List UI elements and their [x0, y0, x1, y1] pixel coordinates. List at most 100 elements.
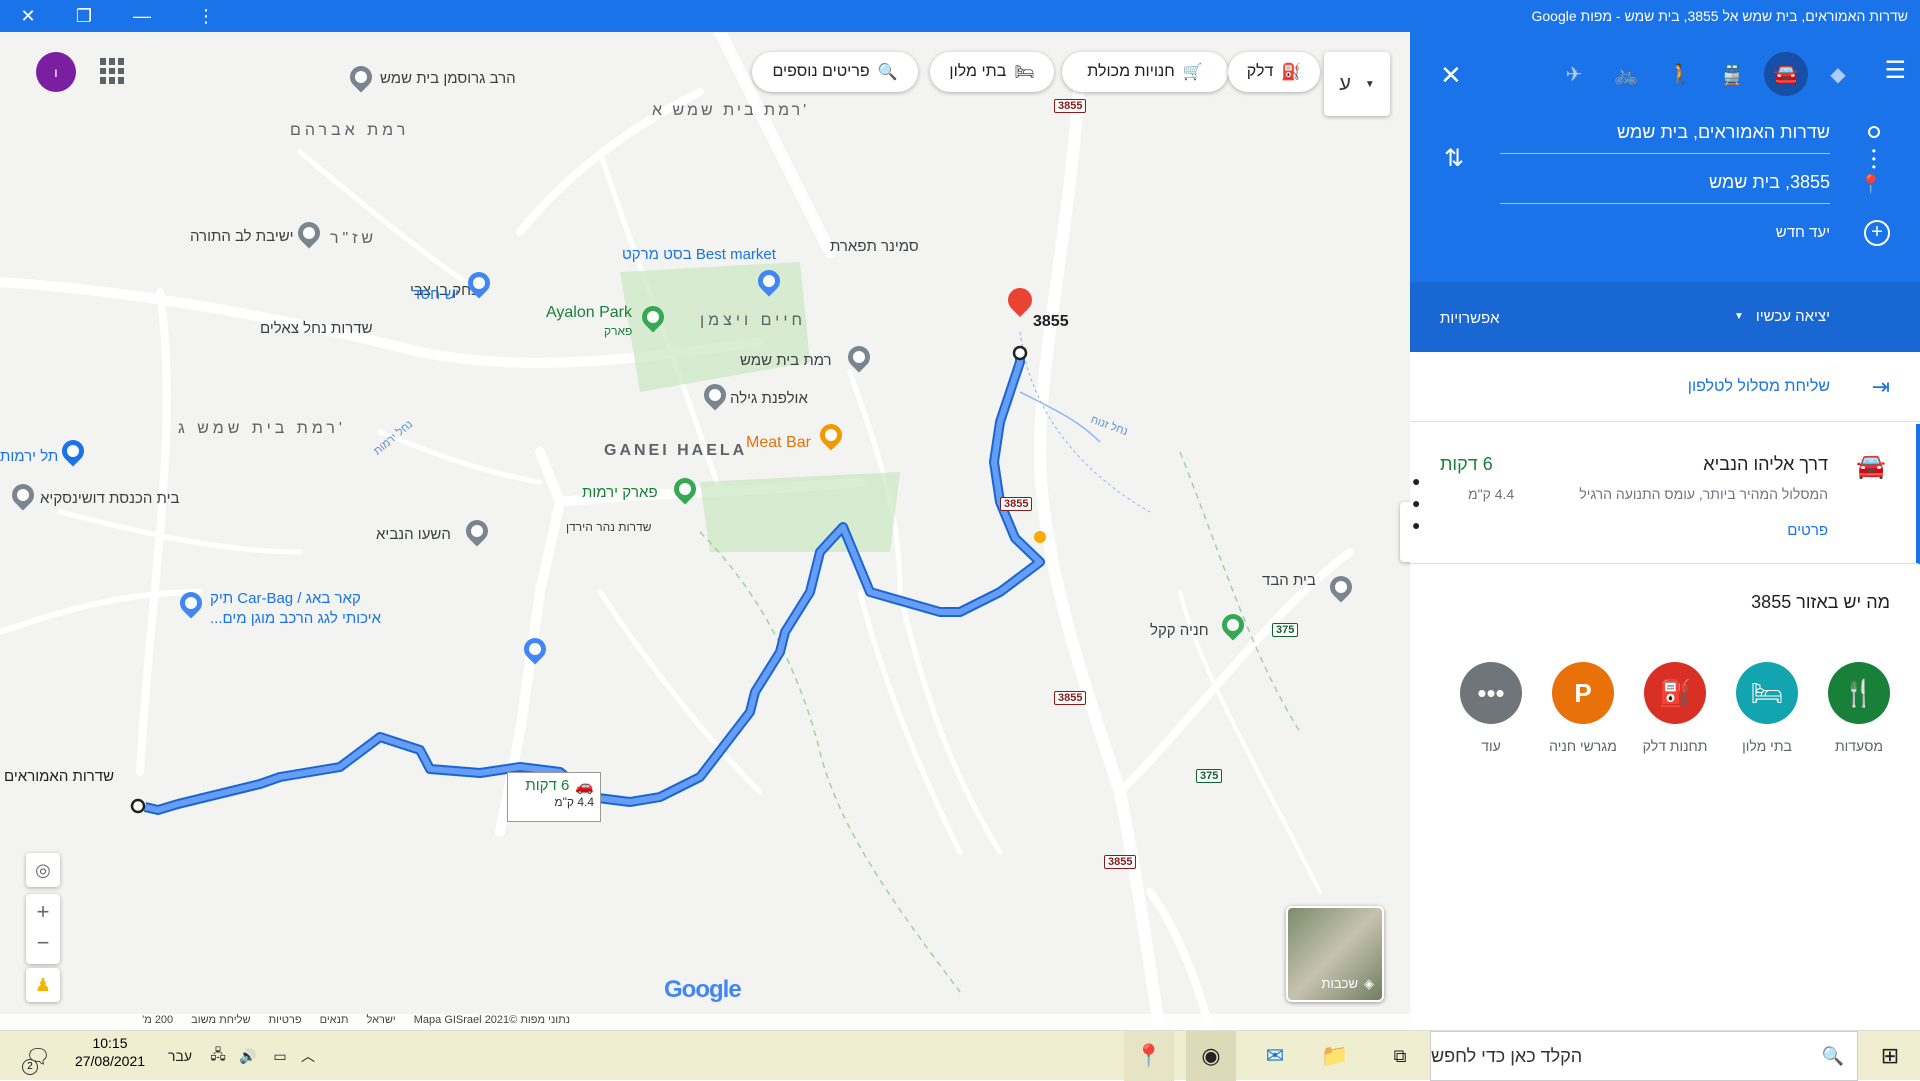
- directions-header: ☰ ◆ 🚘 🚆 🚶 🚲 ✈ ✕ • • • 📍 שדרות האמוראים, בי…: [1410, 32, 1920, 282]
- privacy-link[interactable]: פרטיות: [268, 1014, 301, 1030]
- street-view-pegman-icon[interactable]: ♟: [26, 968, 60, 1002]
- chip-more-places[interactable]: 🔍 פריטים נוספים: [752, 52, 918, 92]
- place-label[interactable]: אולפנת גילה: [730, 390, 808, 407]
- place-label[interactable]: Best market בסט מרקט: [622, 246, 776, 263]
- origin-marker: [130, 798, 146, 814]
- zoom-in-button[interactable]: +: [37, 895, 50, 929]
- my-location-button[interactable]: ◎: [26, 853, 60, 887]
- restore-window-button[interactable]: ❐: [64, 0, 104, 32]
- terms-link[interactable]: תנאים: [320, 1014, 349, 1030]
- transit-mode-icon[interactable]: 🚆: [1710, 52, 1754, 96]
- chrome-icon[interactable]: ◉: [1186, 1031, 1236, 1081]
- send-to-phone-icon: ⇥: [1871, 374, 1890, 399]
- chip-gas[interactable]: ⛽ דלק: [1228, 52, 1320, 92]
- network-icon[interactable]: 🖧: [206, 1031, 230, 1081]
- origin-input[interactable]: שדרות האמוראים, בית שמש: [1500, 122, 1830, 154]
- clock[interactable]: 10:15 27/08/2021: [70, 1035, 150, 1069]
- nearby-more[interactable]: ••• עוד: [1446, 662, 1536, 754]
- depart-time-dropdown[interactable]: יציאה עכשיו ▼: [1734, 308, 1830, 326]
- place-label[interactable]: בית הבד: [1262, 572, 1316, 589]
- collapse-panel-button[interactable]: ▸: [1400, 502, 1410, 562]
- dropdown-arrow-icon: ▼: [1733, 311, 1744, 322]
- close-window-button[interactable]: ✕: [8, 0, 48, 32]
- gas-icon: ⛽: [1281, 64, 1302, 81]
- place-label[interactable]: ישיבת לב התורה: [190, 228, 294, 245]
- place-label[interactable]: קאר באג / Car-Bag תיק: [210, 590, 361, 607]
- gas-icon: ⛽: [1644, 662, 1706, 724]
- zoom-controls: + −: [26, 894, 60, 964]
- feedback-link[interactable]: שליחת משוב: [191, 1014, 250, 1030]
- google-maps-app-icon[interactable]: 📍: [1124, 1031, 1174, 1081]
- place-label[interactable]: Ayalon Park: [546, 304, 632, 322]
- send-to-phone-row[interactable]: ⇥ שליחת מסלול לטלפון: [1410, 352, 1920, 422]
- cart-icon: 🛒: [1182, 64, 1203, 81]
- place-label[interactable]: השעו הנביא: [376, 526, 451, 543]
- menu-icon[interactable]: ☰: [1884, 56, 1906, 85]
- layers-button[interactable]: ◈ שכבות: [1286, 906, 1384, 1002]
- taskbar-search-input[interactable]: הקלד כאן כדי לחפש: [1430, 1031, 1858, 1081]
- origin-label[interactable]: שדרות האמוראים: [4, 768, 114, 785]
- scale-label[interactable]: 200 מ': [142, 1014, 173, 1030]
- destination-input[interactable]: 3855, בית שמש: [1500, 172, 1830, 204]
- notifications-icon[interactable]: 🗨: [18, 1031, 58, 1081]
- start-button[interactable]: ⊞: [1860, 1031, 1920, 1081]
- hotel-icon: 🛏: [1736, 662, 1798, 724]
- driving-mode-icon[interactable]: 🚘: [1764, 52, 1808, 96]
- apps-grid-icon[interactable]: [100, 58, 126, 84]
- destination-label[interactable]: 3855: [1033, 313, 1069, 331]
- zoom-out-button[interactable]: −: [37, 929, 50, 963]
- add-destination-icon[interactable]: +: [1864, 220, 1890, 246]
- mail-icon[interactable]: ✉: [1250, 1031, 1300, 1081]
- window-title: שדרות האמוראים, בית שמש אל 3855, בית שמש…: [1531, 8, 1908, 24]
- language-toggle-button[interactable]: ע ▼: [1324, 52, 1390, 116]
- swap-icon[interactable]: ⇅: [1444, 144, 1464, 173]
- chip-groceries[interactable]: 🛒 חנויות מכולת: [1062, 52, 1228, 92]
- nearby-parking[interactable]: P מגרשי חניה: [1538, 662, 1628, 754]
- place-label[interactable]: Meat Bar: [746, 434, 811, 452]
- taskbar: ⊞ הקלד כאן כדי לחפש 🔍 ⧉ 📁 ✉ ◉ 📍 ︿ ▭ 🔊 🖧 …: [0, 1030, 1920, 1081]
- dots-connector-icon: • • •: [1871, 144, 1876, 174]
- route-info-box[interactable]: 🚗 6 דקות 4.4 ק"מ: [507, 772, 601, 822]
- chip-hotels[interactable]: 🛏 בתי מלון: [930, 52, 1054, 92]
- nearby-gas[interactable]: ⛽ תחנות דלק: [1630, 662, 1720, 754]
- options-button[interactable]: אפשרויות: [1440, 310, 1500, 327]
- minimize-window-button[interactable]: —: [122, 0, 162, 32]
- nearby-restaurants[interactable]: 🍴 מסעדות: [1814, 662, 1904, 754]
- road-shield: 3855: [1000, 497, 1033, 511]
- neighborhood-label: GANEI HAELA: [604, 442, 748, 459]
- nearby-hotels[interactable]: 🛏 בתי מלון: [1722, 662, 1812, 754]
- details-link[interactable]: פרטים: [1787, 522, 1828, 539]
- place-label[interactable]: יש חסד: [412, 286, 459, 303]
- close-directions-button[interactable]: ✕: [1440, 60, 1462, 91]
- place-label: פארק: [604, 324, 633, 338]
- volume-icon[interactable]: 🔊: [236, 1031, 260, 1081]
- battery-icon[interactable]: ▭: [268, 1031, 292, 1081]
- nearby-title: מה יש באזור 3855: [1751, 592, 1890, 612]
- place-label[interactable]: חניה קקל: [1150, 622, 1209, 639]
- place-label[interactable]: פארק ירמות: [582, 484, 658, 501]
- place-label[interactable]: סמינר תפארת: [830, 238, 919, 255]
- place-label[interactable]: הרב גרוסמן בית שמש: [380, 70, 516, 87]
- search-icon: 🔍: [1821, 1045, 1845, 1066]
- map-canvas[interactable]: 🔍 פריטים נוספים 🛏 בתי מלון 🛒 חנויות מכולת ⛽…: [0, 32, 1410, 1030]
- place-label[interactable]: בית הכנסת דושינסקיא: [40, 490, 179, 507]
- car-icon: 🚗: [575, 778, 594, 795]
- route-more-dots-icon[interactable]: ● ● ●: [1412, 470, 1420, 536]
- walking-mode-icon[interactable]: 🚶: [1658, 52, 1702, 96]
- street-label: חיים ויצמן: [700, 312, 806, 329]
- parking-icon: P: [1552, 662, 1614, 724]
- route-option[interactable]: 🚘 דרך אליהו הנביא 6 דקות המסלול המהיר בי…: [1410, 424, 1920, 564]
- avatar[interactable]: ı: [36, 52, 76, 92]
- add-destination-button[interactable]: יעד חדש: [1776, 224, 1830, 241]
- chevron-up-icon[interactable]: ︿: [296, 1031, 320, 1081]
- place-label[interactable]: רמת בית שמש: [740, 352, 832, 369]
- place-label[interactable]: תל ירמות: [0, 448, 58, 465]
- flight-mode-icon[interactable]: ✈: [1552, 52, 1596, 96]
- file-explorer-icon[interactable]: 📁: [1310, 1031, 1360, 1081]
- task-view-icon[interactable]: ⧉: [1380, 1031, 1420, 1081]
- best-route-mode-icon[interactable]: ◆: [1816, 52, 1860, 96]
- language-indicator[interactable]: עבר: [160, 1031, 200, 1081]
- window-menu-button[interactable]: ⋮: [186, 0, 226, 32]
- footer-country[interactable]: ישראל: [366, 1014, 395, 1030]
- cycling-mode-icon[interactable]: 🚲: [1604, 52, 1648, 96]
